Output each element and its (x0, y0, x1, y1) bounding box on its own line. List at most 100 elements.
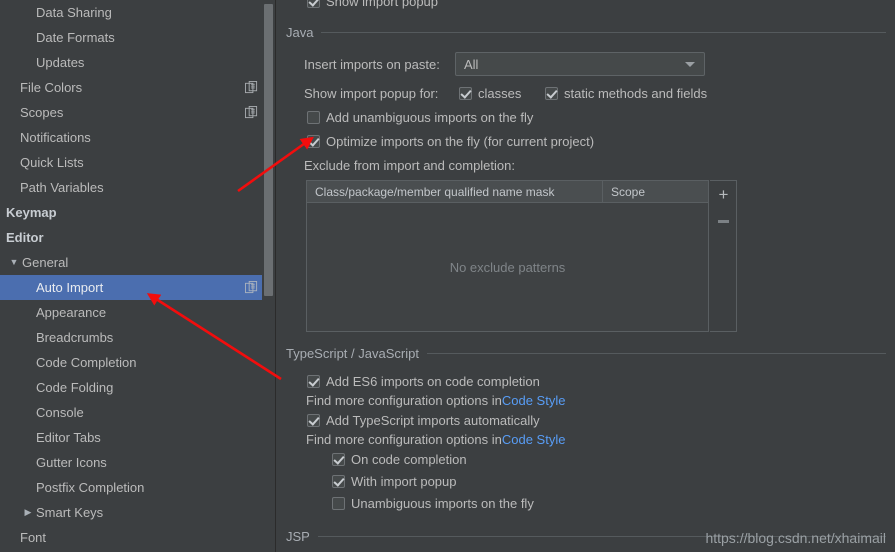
static-methods-and-fields-checkbox[interactable] (545, 87, 558, 100)
chevron-down-icon (685, 62, 695, 67)
on-code-completion-checkbox[interactable] (332, 453, 345, 466)
sidebar-item-font[interactable]: Font (0, 525, 276, 550)
with-import-popup-row[interactable]: With import popup (332, 474, 457, 489)
on-code-completion-row[interactable]: On code completion (332, 452, 467, 467)
code-style-link-2[interactable]: Code Style (502, 432, 566, 447)
add-exclude-pattern-button[interactable]: + (710, 181, 737, 208)
unambiguous-imports-on-the-fly-label: Unambiguous imports on the fly (351, 496, 534, 511)
classes-checkbox[interactable] (459, 87, 472, 100)
sidebar-item-data-sharing[interactable]: Data Sharing (0, 0, 276, 25)
optimize-imports-checkbox[interactable] (307, 135, 320, 148)
exclude-table-body[interactable]: No exclude patterns (307, 203, 708, 332)
add-typescript-imports-checkbox[interactable] (307, 414, 320, 427)
sidebar-scrollbar-thumb[interactable] (264, 4, 273, 296)
static-methods-checkbox-row[interactable]: static methods and fields (545, 86, 707, 101)
jsp-section-title: JSP (286, 529, 310, 544)
exclude-table-col-scope: Scope (611, 185, 646, 199)
typescript-section-title: TypeScript / JavaScript (286, 346, 419, 361)
sidebar-scrollbar[interactable] (262, 0, 275, 552)
sidebar-item-gutter-icons[interactable]: Gutter Icons (0, 450, 276, 475)
sidebar-item-scopes[interactable]: Scopes (0, 100, 276, 125)
sidebar-item-label: File Colors (20, 80, 83, 95)
sidebar-item-label: Breadcrumbs (36, 330, 114, 345)
sidebar-item-quick-lists[interactable]: Quick Lists (0, 150, 276, 175)
exclude-table-empty-text: No exclude patterns (449, 260, 566, 275)
show-import-popup-for-label: Show import popup for: (304, 86, 439, 101)
add-es6-imports-checkbox[interactable] (307, 375, 320, 388)
on-code-completion-label: On code completion (351, 452, 467, 467)
show-import-popup-label: Show import popup (326, 0, 439, 9)
minus-icon (718, 220, 729, 223)
copy-icon[interactable] (245, 106, 258, 119)
plus-icon: + (718, 185, 729, 204)
sidebar-item-label: Code Folding (36, 380, 114, 395)
sidebar-item-path-variables[interactable]: Path Variables (0, 175, 276, 200)
find-more-options-row-2: Find more configuration options in Code … (306, 432, 565, 447)
unambiguous-imports-on-the-fly-row[interactable]: Unambiguous imports on the fly (332, 496, 534, 511)
add-unambiguous-imports-checkbox[interactable] (307, 111, 320, 124)
show-import-popup-for-row: Show import popup for: (304, 86, 438, 101)
add-es6-imports-label: Add ES6 imports on code completion (326, 374, 540, 389)
sidebar-item-editor-tabs[interactable]: Editor Tabs (0, 425, 276, 450)
sidebar-item-label: Quick Lists (20, 155, 84, 170)
watermark-url: https://blog.csdn.net/xhaimail (705, 530, 886, 546)
sidebar-item-notifications[interactable]: Notifications (0, 125, 276, 150)
optimize-imports-label: Optimize imports on the fly (for current… (326, 134, 595, 149)
unambiguous-imports-on-the-fly-checkbox[interactable] (332, 497, 345, 510)
sidebar-item-label: Notifications (20, 130, 91, 145)
chevron-right-icon[interactable]: ▶ (22, 500, 34, 525)
insert-imports-on-paste-value: All (464, 56, 479, 72)
auto-import-settings-panel: Show import popup Java Insert imports on… (276, 0, 895, 552)
classes-label: classes (478, 86, 522, 101)
sidebar-item-label: Scopes (20, 105, 64, 120)
code-style-link-1[interactable]: Code Style (502, 393, 566, 408)
exclude-from-import-label: Exclude from import and completion: (304, 158, 515, 173)
sidebar-item-updates[interactable]: Updates (0, 50, 276, 75)
remove-exclude-pattern-button[interactable] (710, 208, 737, 235)
settings-tree: Data Sharing Date Formats Updates File Colo… (0, 0, 276, 550)
sidebar-item-label: Editor (6, 230, 44, 245)
settings-tree-sidebar[interactable]: Data Sharing Date Formats Updates File Colo… (0, 0, 276, 552)
sidebar-item-code-completion[interactable]: Code Completion (0, 350, 276, 375)
sidebar-item-date-formats[interactable]: Date Formats (0, 25, 276, 50)
typescript-section-header: TypeScript / JavaScript (286, 346, 886, 361)
settings-dialog: Data Sharing Date Formats Updates File Colo… (0, 0, 895, 552)
insert-imports-on-paste-label: Insert imports on paste: (304, 56, 440, 72)
sidebar-item-general[interactable]: ▼ General (0, 250, 276, 275)
add-es6-imports-row[interactable]: Add ES6 imports on code completion (307, 374, 540, 389)
classes-checkbox-row[interactable]: classes (459, 86, 521, 101)
exclude-table-header: Class/package/member qualified name mask… (307, 181, 708, 203)
java-section-title: Java (286, 25, 314, 40)
exclude-patterns-table[interactable]: Class/package/member qualified name mask… (306, 180, 709, 332)
sidebar-item-console[interactable]: Console (0, 400, 276, 425)
find-more-options-text-2: Find more configuration options in (306, 432, 502, 447)
sidebar-item-file-colors[interactable]: File Colors (0, 75, 276, 100)
sidebar-item-label: Date Formats (36, 30, 115, 45)
sidebar-item-label: Appearance (36, 305, 107, 320)
exclude-table-toolbar: + (710, 180, 737, 332)
find-more-options-row-1: Find more configuration options in Code … (306, 393, 565, 408)
copy-icon[interactable] (245, 281, 258, 294)
show-import-popup-row[interactable]: Show import popup (307, 0, 438, 9)
add-unambiguous-imports-label: Add unambiguous imports on the fly (326, 110, 534, 125)
with-import-popup-checkbox[interactable] (332, 475, 345, 488)
sidebar-item-code-folding[interactable]: Code Folding (0, 375, 276, 400)
add-unambiguous-imports-row[interactable]: Add unambiguous imports on the fly (307, 110, 533, 125)
insert-imports-on-paste-dropdown[interactable]: All (455, 52, 705, 76)
sidebar-item-keymap[interactable]: Keymap (0, 200, 276, 225)
sidebar-item-postfix-completion[interactable]: Postfix Completion (0, 475, 276, 500)
chevron-down-icon[interactable]: ▼ (8, 250, 20, 275)
copy-icon[interactable] (245, 81, 258, 94)
sidebar-item-label: Postfix Completion (36, 480, 145, 495)
sidebar-item-appearance[interactable]: Appearance (0, 300, 276, 325)
add-typescript-imports-row[interactable]: Add TypeScript imports automatically (307, 413, 540, 428)
sidebar-item-label: Code Completion (36, 355, 137, 370)
insert-imports-on-paste-row: Insert imports on paste: (304, 52, 440, 76)
optimize-imports-row[interactable]: Optimize imports on the fly (for current… (307, 134, 594, 149)
sidebar-item-editor[interactable]: Editor (0, 225, 276, 250)
show-import-popup-checkbox[interactable] (307, 0, 320, 8)
sidebar-item-auto-import[interactable]: Auto Import (0, 275, 276, 300)
sidebar-item-smart-keys[interactable]: ▶ Smart Keys (0, 500, 276, 525)
sidebar-item-breadcrumbs[interactable]: Breadcrumbs (0, 325, 276, 350)
java-section-header: Java (286, 25, 886, 40)
